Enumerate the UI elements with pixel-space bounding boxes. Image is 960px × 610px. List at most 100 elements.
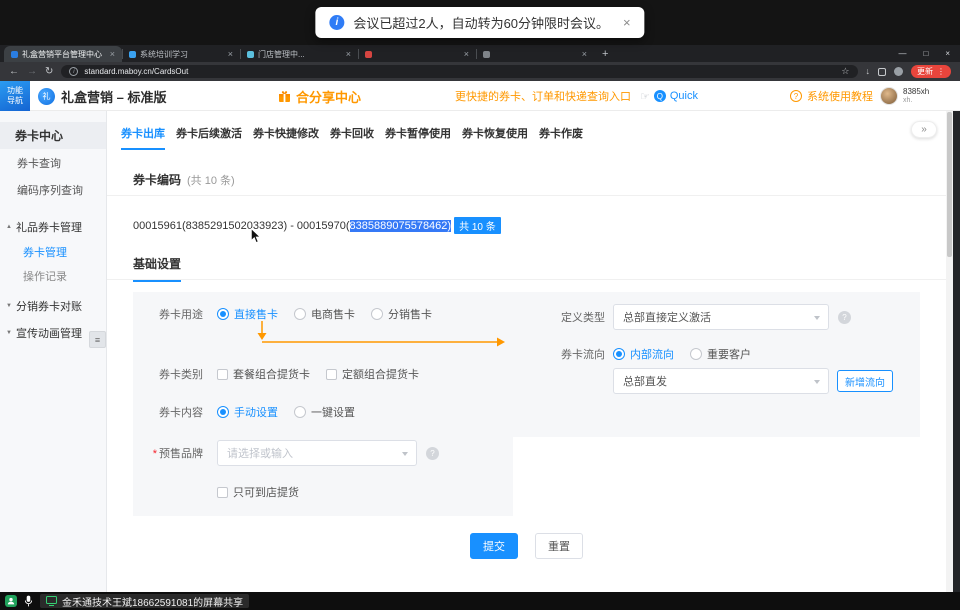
tab-close-icon[interactable]: × [582,49,587,59]
checkbox-icon [326,369,337,380]
card-flow-label: 券卡流向 [557,346,605,362]
tab-close-icon[interactable]: × [228,49,233,59]
promo-link[interactable]: 更快捷的券卡、订单和快递查询入口 [455,81,631,111]
tab-close-icon[interactable]: × [464,49,469,59]
browser-tab-active[interactable]: 礼盒营销平台管理中心 × [4,46,122,62]
tab-close-icon[interactable]: × [110,49,115,59]
form-actions: 提交 重置 [107,533,946,559]
tab-card-quick-edit[interactable]: 券卡快捷修改 [253,125,319,148]
share-center-label: 合分享中心 [296,87,361,106]
row-card-category: 券卡类别 套餐组合提货卡 定额组合提货卡 [141,366,435,382]
user-menu[interactable]: 8385xh xh. [880,81,929,111]
tab-close-icon[interactable]: × [346,49,351,59]
checkbox-fixed-combo-pickup-card[interactable]: 定额组合提货卡 [326,366,419,382]
card-category-label: 券卡类别 [141,366,203,382]
share-center-link[interactable]: 合分享中心 [278,81,361,111]
browser-toolbar: ← → ↻ i standard.maboy.cn/CardsOut ☆ ↓ 更… [0,62,960,81]
download-icon[interactable]: ↓ [866,67,871,76]
radio-internal-flow[interactable]: 内部流向 [613,346,674,362]
tab-card-outbound[interactable]: 券卡出库 [121,125,165,150]
menu-dots-icon[interactable]: ⋮ [937,67,945,76]
radio-manual-setting[interactable]: 手动设置 [217,404,278,420]
sidebar-group-distribution-reconcile[interactable]: ▼ 分销券卡对账 [0,292,106,319]
page-scrollbar[interactable] [946,111,953,592]
function-nav-toggle[interactable]: 功能 导航 [0,81,30,111]
sidebar-item-code-sequence-query[interactable]: 编码序列查询 [0,176,106,203]
radio-icon [690,348,702,360]
browser-tab[interactable]: × [476,46,594,62]
user-subtext: xh. [903,97,929,105]
new-tab-button[interactable]: + [602,48,608,60]
sidebar-group-gift-card-mgmt[interactable]: ▲ 礼品券卡管理 [0,213,106,240]
row-presale-brand: *预售品牌 请选择或输入 ? [141,440,439,466]
tab-favicon [129,51,136,58]
radio-important-customer[interactable]: 重要客户 [690,346,751,362]
site-info-icon[interactable]: i [69,67,78,76]
form-panel-left: 券卡用途 直接售卡 电商售卡 分销售卡 券卡类别 套餐组合提货 [133,292,513,516]
basic-settings-header: 基础设置 [107,255,946,280]
tabs-more-button[interactable]: » [911,121,937,138]
back-icon[interactable]: ← [9,67,19,77]
sidebar-collapse-handle[interactable]: ≡ [89,331,106,348]
close-icon[interactable]: × [623,15,631,30]
tab-card-activation[interactable]: 券卡后续激活 [176,125,242,148]
tab-card-recycle[interactable]: 券卡回收 [330,125,374,148]
card-usage-label: 券卡用途 [141,306,203,322]
tab-card-void[interactable]: 券卡作废 [539,125,583,148]
codes-prefix: 00015961(8385291502033923) - 00015970( [133,220,350,232]
radio-one-click-setting[interactable]: 一键设置 [294,404,355,420]
microphone-icon[interactable] [24,595,33,607]
browser-update-button[interactable]: 更新 ⋮ [911,65,951,78]
sidebar-item-card-management[interactable]: 券卡管理 [0,240,106,264]
reset-button[interactable]: 重置 [535,533,583,559]
form-panel-right: 定义类型 总部直接定义激活 ? 券卡流向 内部流向 重要客户 [513,292,920,437]
radio-direct-sale[interactable]: 直接售卡 [217,306,278,322]
radio-label: 手动设置 [234,404,278,420]
checkbox-combo-pickup-card[interactable]: 套餐组合提货卡 [217,366,310,382]
presale-brand-select[interactable]: 请选择或输入 [217,440,417,466]
help-icon[interactable]: ? [426,447,439,460]
browser-tab[interactable]: 门店管理中... × [240,46,358,62]
tab-card-suspend[interactable]: 券卡暂停使用 [385,125,451,148]
app-header: 功能 导航 礼 礼盒营销 – 标准版 合分享中心 更快捷的券卡、订单和快递查询入… [0,81,960,111]
minimize-button[interactable]: — [898,49,906,58]
refresh-icon[interactable]: ↻ [45,67,53,77]
radio-ecommerce-sale[interactable]: 电商售卡 [294,306,355,322]
tutorial-link[interactable]: ? 系统使用教程 [790,81,873,111]
address-bar[interactable]: i standard.maboy.cn/CardsOut ☆ [61,65,857,78]
radio-distribution-sale[interactable]: 分销售卡 [371,306,432,322]
row-card-content: 券卡内容 手动设置 一键设置 [141,404,371,420]
tab-card-resume[interactable]: 券卡恢复使用 [462,125,528,148]
checkbox-store-pickup-only[interactable]: 只可到店提货 [217,484,299,500]
sidebar-item-operation-log[interactable]: 操作记录 [0,264,106,288]
flow-direction-select[interactable]: 总部直发 [613,368,829,394]
browser-tab[interactable]: 系统培训学习 × [122,46,240,62]
caret-down-icon: ▼ [6,330,12,336]
side-panel-icon[interactable] [878,68,886,76]
codes-count: (共 10 条) [187,172,235,188]
caret-up-icon: ▲ [6,224,12,230]
radio-icon [294,406,306,418]
maximize-button[interactable]: □ [923,49,928,58]
add-flow-button[interactable]: 新增流向 [837,370,893,392]
tab-favicon [247,51,254,58]
window-close-button[interactable]: × [945,49,950,58]
forward-icon[interactable]: → [27,67,37,77]
define-type-select[interactable]: 总部直接定义激活 [613,304,829,330]
checkbox-label: 定额组合提货卡 [342,366,419,382]
presale-brand-label: *预售品牌 [141,445,203,461]
bookmark-star-icon[interactable]: ☆ [841,66,849,77]
tab-favicon [11,51,18,58]
scrollbar-thumb[interactable] [947,112,952,257]
quick-link[interactable]: ☞ Q Quick [640,81,698,111]
radio-label: 一键设置 [311,404,355,420]
submit-button[interactable]: 提交 [470,533,518,559]
help-icon[interactable]: ? [838,311,851,324]
avatar[interactable] [880,87,898,105]
profile-icon[interactable] [894,67,903,76]
radio-label: 直接售卡 [234,306,278,322]
sidebar-item-card-query[interactable]: 券卡查询 [0,149,106,176]
quick-label: Quick [670,90,698,102]
gift-icon [278,90,291,103]
browser-tab[interactable]: × [358,46,476,62]
